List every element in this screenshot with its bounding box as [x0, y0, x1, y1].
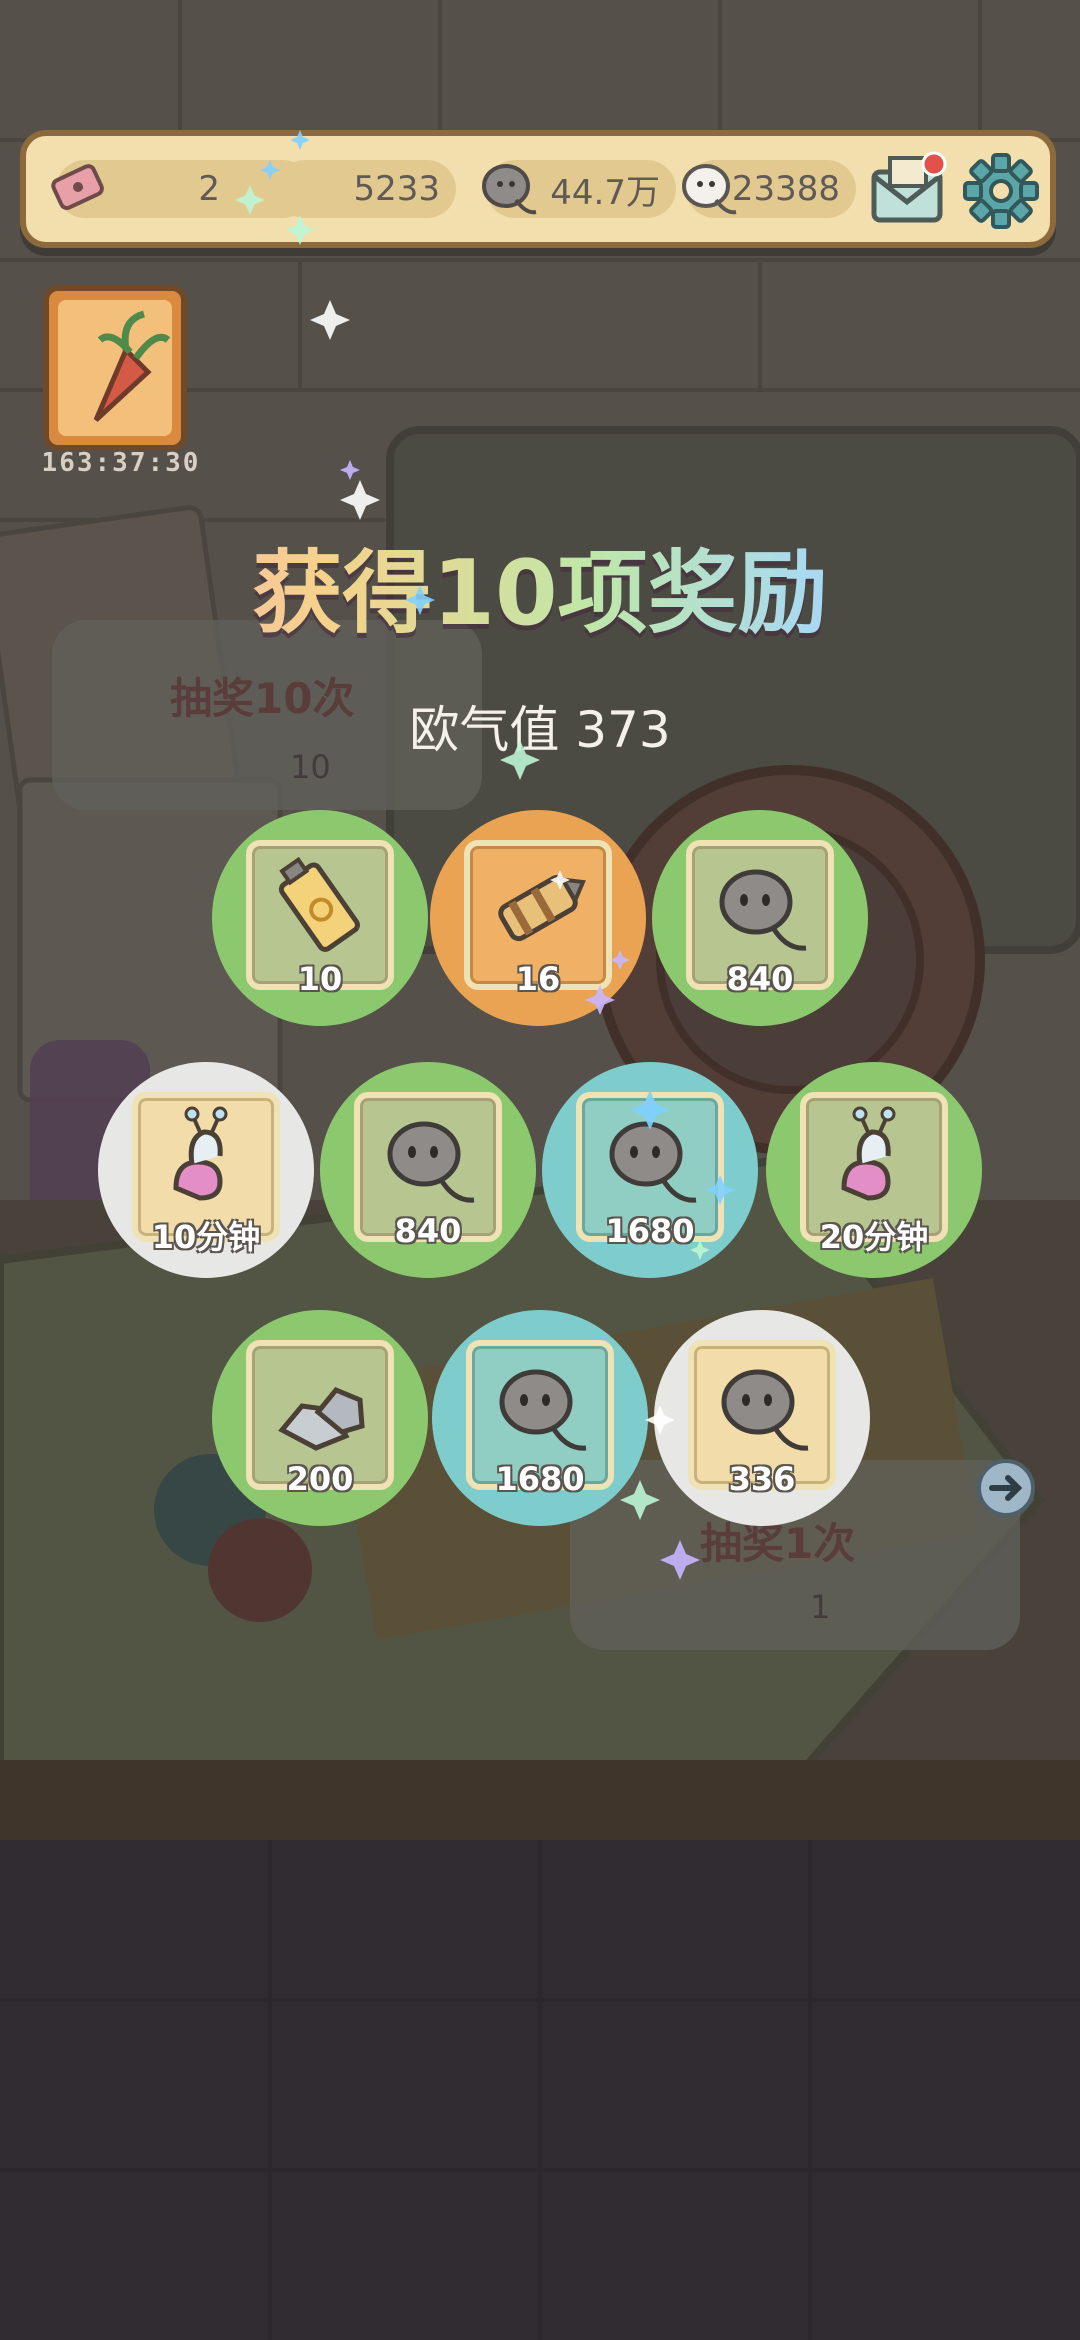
tadpole-icon [719, 869, 807, 951]
reward-item-ointment-tube[interactable]: 10 [212, 810, 428, 1026]
reward-count: 1680 [495, 1460, 585, 1498]
reward-count: 20分钟 [819, 1218, 929, 1256]
white-tadpole-icon [682, 164, 737, 215]
reward-count: 840 [726, 960, 794, 998]
tadpole-icon [721, 1369, 809, 1451]
resource-bar: 2 5233 44.7万 23388 [20, 130, 1056, 248]
tadpole-icon [482, 164, 537, 215]
reward-item-tadpole[interactable]: 1680 [542, 1062, 758, 1278]
event-timer: 163:37:30 [41, 448, 201, 478]
carrot-event-icon[interactable] [26, 280, 204, 450]
reward-count: 1680 [605, 1212, 695, 1250]
reward-item-stones[interactable]: 200 [212, 1310, 428, 1526]
reward-count: 336 [728, 1460, 796, 1498]
luck-value-row: 欧气值 373 [0, 690, 1080, 762]
arrow-right-icon[interactable] [976, 1458, 1036, 1518]
stat-a-value: 5233 [353, 169, 440, 209]
rocket-part-icon [498, 874, 586, 942]
reward-count: 200 [286, 1460, 354, 1498]
white-tadpole-pill[interactable]: 23388 [682, 160, 856, 218]
gold-tadpole-value: 44.7万 [550, 172, 660, 213]
reward-item-rocket-part[interactable]: 16 [430, 810, 646, 1026]
tickets-value: 2 [198, 169, 220, 209]
tickets-pill[interactable]: 2 [51, 160, 312, 218]
reward-count: 10分钟 [151, 1218, 261, 1256]
ointment-tube-icon [278, 856, 360, 952]
snail-boost-icon [173, 1106, 228, 1201]
ticket-icon [51, 164, 104, 211]
reward-count: 16 [515, 960, 561, 998]
reward-item-tadpole[interactable]: 336 [654, 1310, 870, 1526]
reward-item-snail-boost[interactable]: 20分钟 [766, 1062, 982, 1278]
gold-tadpole-pill[interactable]: 44.7万 [482, 160, 676, 218]
luck-value: 373 [575, 701, 671, 759]
snail-boost-icon [841, 1106, 896, 1201]
reward-item-snail-boost[interactable]: 10分钟 [98, 1062, 314, 1278]
reward-item-tadpole[interactable]: 1680 [432, 1310, 648, 1526]
tadpole-icon [499, 1369, 587, 1451]
luck-label: 欧气值 [409, 701, 560, 759]
reward-title: 获得10项奖励 [0, 520, 1080, 650]
tadpole-icon [609, 1121, 697, 1203]
stat-a-pill: 5233 [276, 160, 456, 218]
mail-icon[interactable] [868, 150, 952, 230]
reward-item-tadpole[interactable]: 840 [652, 810, 868, 1026]
reward-count: 840 [394, 1212, 462, 1250]
tadpole-icon [387, 1121, 475, 1203]
reward-item-tadpole[interactable]: 840 [320, 1062, 536, 1278]
white-tadpole-value: 23388 [731, 169, 840, 209]
stones-icon [278, 1386, 365, 1451]
gear-icon[interactable] [962, 152, 1040, 230]
reward-count: 10 [297, 960, 343, 998]
